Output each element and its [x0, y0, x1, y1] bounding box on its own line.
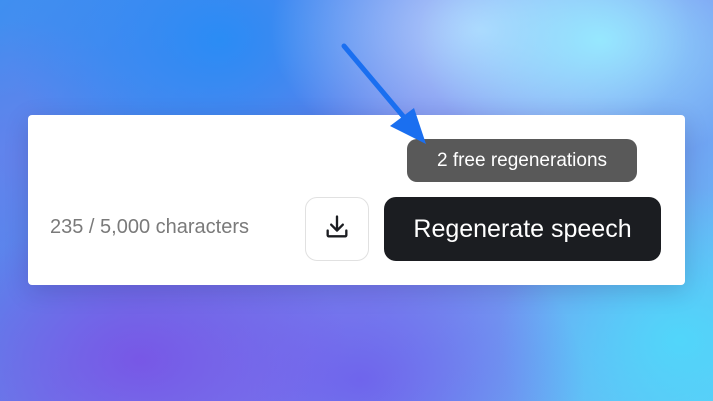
regenerate-speech-button[interactable]: Regenerate speech	[384, 197, 661, 261]
speech-panel: 2 free regenerations 235 / 5,000 charact…	[28, 115, 685, 285]
download-icon	[323, 213, 351, 246]
free-regenerations-tooltip: 2 free regenerations	[407, 139, 637, 182]
download-button[interactable]	[305, 197, 369, 261]
character-count: 235 / 5,000 characters	[50, 216, 250, 238]
